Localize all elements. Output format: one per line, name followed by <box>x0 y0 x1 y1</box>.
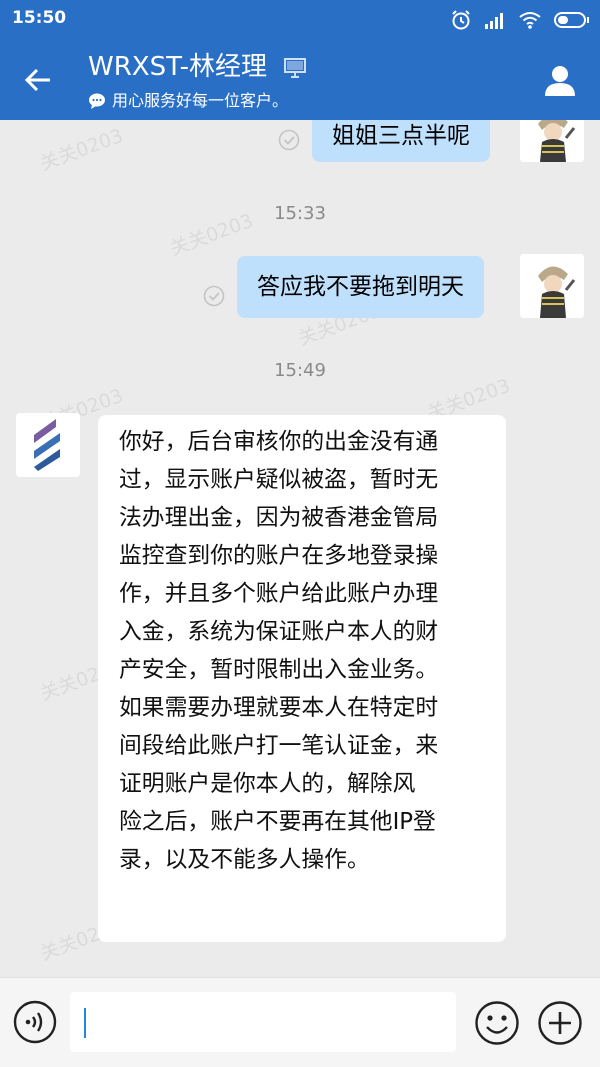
chat-header: WRXST-林经理 用心服务好每一位客户。 <box>0 40 600 120</box>
status-icons <box>450 8 590 32</box>
contact-status-text: 用心服务好每一位客户。 <box>112 91 289 110</box>
message-text: 姐姐三点半呢 <box>332 123 470 149</box>
message-bubble-outgoing[interactable]: 姐姐三点半呢 <box>312 120 490 162</box>
message-line: 间段给此账户打一笔认证金，来 <box>119 733 439 759</box>
message-line: 你好，后台审核你的出金没有通 <box>119 429 439 455</box>
chat-area[interactable]: 关关0203 关关0203 关关0203 关关0203 关关0203 关关020… <box>0 120 600 977</box>
status-bar: 15:50 <box>0 0 600 40</box>
status-time: 15:50 <box>12 8 67 28</box>
battery-icon <box>554 12 589 28</box>
timestamp: 15:49 <box>274 360 326 381</box>
message-bubble-incoming[interactable]: 你好，后台审核你的出金没有通 过，显示账户疑似被盗，暂时无 法办理出金，因为被香… <box>98 415 506 942</box>
message-line: 产安全，暂时限制出入金业务。 <box>119 657 439 683</box>
message-line: 监控查到你的账户在多地登录操 <box>119 543 439 569</box>
read-check-icon <box>278 129 300 151</box>
wifi-icon <box>519 12 541 29</box>
alarm-icon <box>452 10 470 30</box>
message-line: 法办理出金，因为被香港金管局 <box>119 505 439 531</box>
computer-icon <box>284 57 307 78</box>
plus-icon[interactable] <box>537 1000 583 1046</box>
message-line: 如果需要办理就要本人在特定时 <box>119 695 439 721</box>
input-bar <box>0 977 600 1067</box>
message-line: 录，以及不能多人操作。 <box>119 847 370 873</box>
message-line: 作，并且多个账户给此账户办理 <box>119 581 439 607</box>
read-check-icon <box>203 285 225 307</box>
contact-status: 用心服务好每一位客户。 <box>88 90 288 112</box>
back-arrow-icon <box>24 68 50 92</box>
message-bubble-outgoing[interactable]: 答应我不要拖到明天 <box>237 256 484 318</box>
message-line: 证明账户是你本人的，解除风 <box>119 771 416 797</box>
message-line: 过，显示账户疑似被盗，暂时无 <box>119 467 439 493</box>
text-cursor <box>84 1008 86 1038</box>
emoji-icon[interactable] <box>474 1000 520 1046</box>
avatar-image <box>520 254 584 318</box>
timestamp: 15:33 <box>274 203 326 224</box>
contact-avatar[interactable] <box>16 413 80 477</box>
message-line: 险之后，账户不要再在其他IP登 <box>119 809 436 835</box>
watermark: 关关0203 <box>37 124 127 176</box>
person-icon <box>545 66 575 96</box>
message-input[interactable] <box>70 992 456 1052</box>
back-button[interactable] <box>18 60 58 100</box>
profile-button[interactable] <box>540 60 580 100</box>
voice-icon[interactable] <box>13 1000 57 1044</box>
company-logo-icon <box>16 413 80 477</box>
message-text: 答应我不要拖到明天 <box>257 274 464 300</box>
message-line: 入金，系统为保证账户本人的财 <box>119 619 439 645</box>
my-avatar[interactable] <box>520 120 584 162</box>
contact-name: WRXST-林经理 <box>88 52 267 82</box>
chat-bubble-icon <box>89 93 105 109</box>
signal-icon <box>485 13 503 29</box>
contact-name-row: WRXST-林经理 <box>88 50 307 84</box>
my-avatar[interactable] <box>520 254 584 318</box>
avatar-image <box>520 120 584 162</box>
